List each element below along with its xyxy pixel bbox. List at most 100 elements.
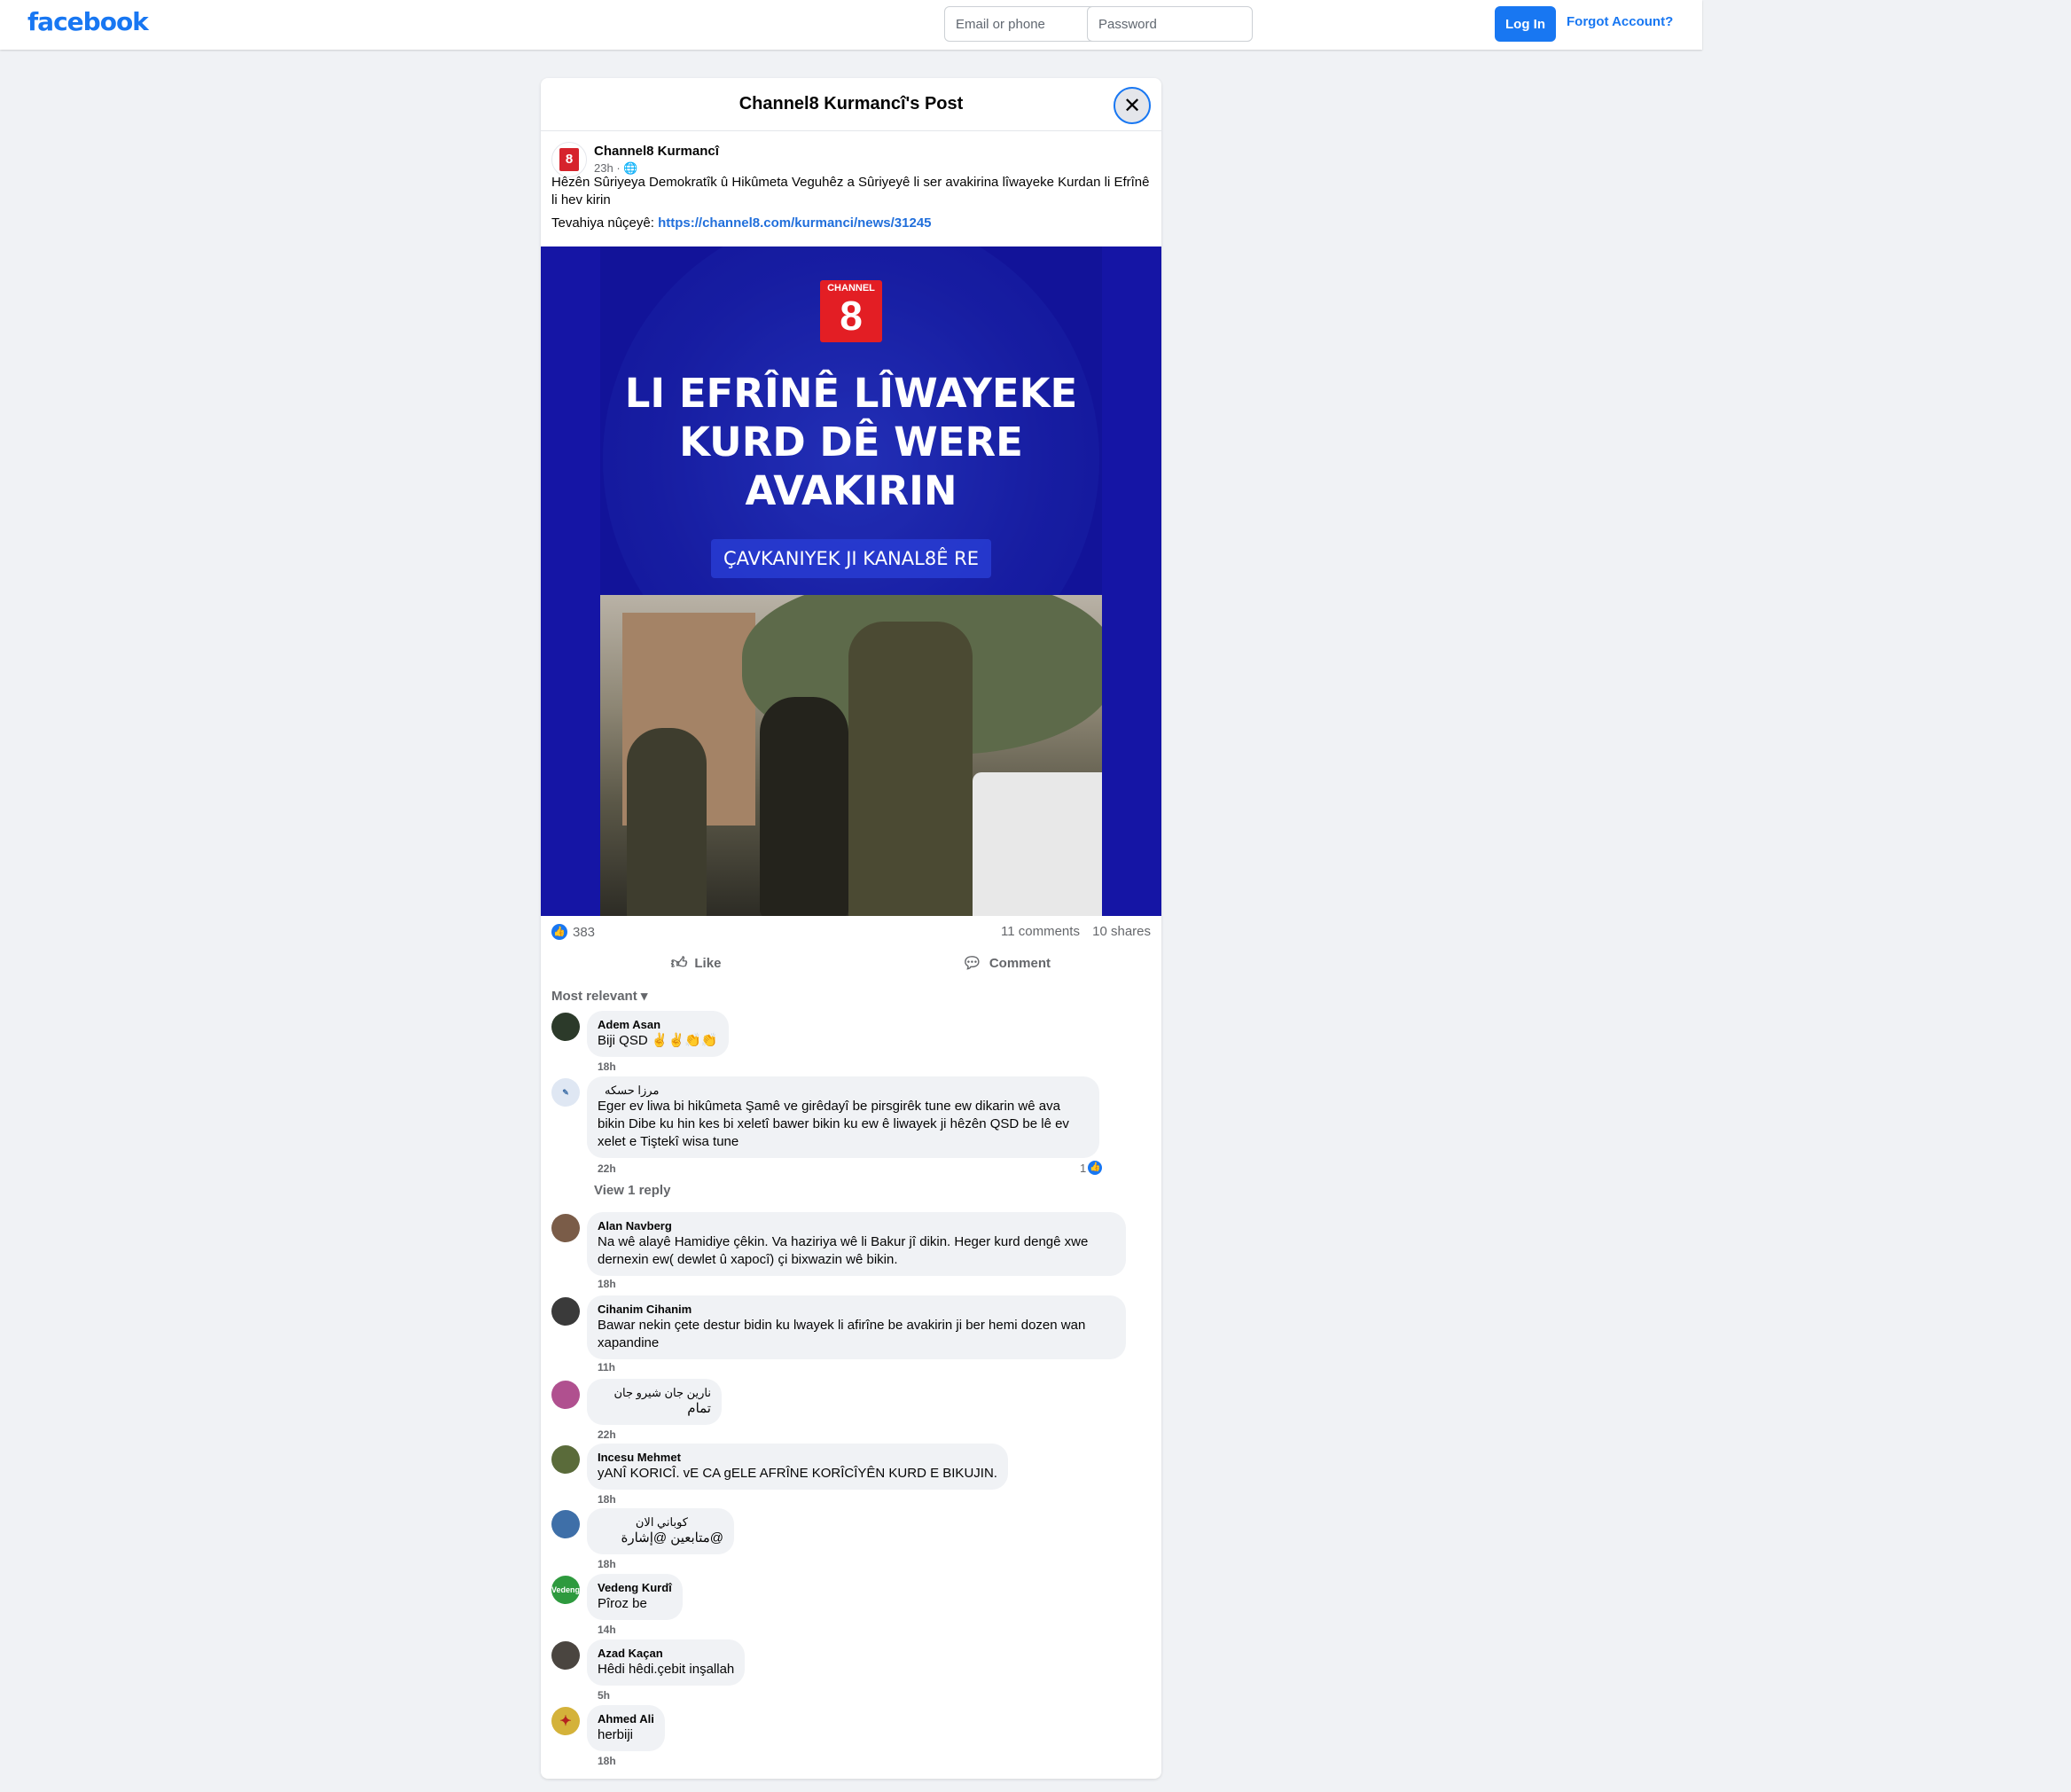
post-stats: 👍 383 11 comments 10 shares [551,922,1151,943]
channel-logo-text: CHANNEL [827,283,875,293]
comment-reactions[interactable]: 1 👍 [1080,1161,1103,1175]
like-label: Like [694,955,722,971]
comment-text: Na wê alayê Hamidiye çêkin. Va haziriya … [598,1234,1089,1267]
comment-text: Hêdi hêdi.çebit inşallah [598,1662,735,1677]
comment-author[interactable]: نارين جان شيرو جان [598,1386,711,1400]
avatar[interactable] [551,1641,580,1670]
sort-label: Most relevant [551,989,637,1004]
comment-time[interactable]: 18h [598,1558,616,1570]
post-time[interactable]: 23h [594,161,613,175]
post-dialog: Channel8 Kurmancî's Post ✕ 8 Channel8 Ku… [541,78,1161,1779]
comment-bubble: Adem Asan Biji QSD ✌️✌️👏👏 [587,1011,729,1057]
post-image[interactable]: CHANNEL 8 LI EFRÎNÊ LÎWAYEKE KURD DÊ WER… [541,246,1161,916]
avatar[interactable]: ✎ [551,1078,580,1107]
photo-figure [760,697,848,916]
comment-author[interactable]: Azad Kaçan [598,1647,734,1661]
image-headline: LI EFRÎNÊ LÎWAYEKE KURD DÊ WERE AVAKIRIN [624,370,1078,514]
comment-label: Comment [989,955,1051,971]
comment-text: @متابعين @إشارة [621,1530,723,1546]
post-link-line: Tevahiya nûçeyê: https://channel8.com/ku… [551,215,932,231]
comment-bubble: Incesu Mehmet yANÎ KORICÎ. vE CA gELE AF… [587,1444,1008,1490]
avatar[interactable] [551,1510,580,1538]
comment-bubble: كوباني الان @متابعين @إشارة [587,1508,734,1554]
avatar[interactable] [551,1214,580,1242]
comment-time[interactable]: 14h [598,1624,616,1636]
comment-text: Eger ev liwa bi hikûmeta Şamê ve girêday… [598,1099,1069,1149]
avatar[interactable] [551,1381,580,1409]
globe-icon: 🌐 [623,161,638,175]
photo-truck [973,772,1102,916]
shares-count[interactable]: 10 shares [1092,924,1151,939]
close-icon[interactable]: ✕ [1114,87,1151,124]
dialog-header: Channel8 Kurmancî's Post ✕ [541,78,1161,131]
comment-author[interactable]: Adem Asan [598,1018,718,1032]
avatar[interactable]: ✦ [551,1707,580,1735]
like-reaction-icon: 👍 [1088,1161,1103,1175]
comment-author[interactable]: Incesu Mehmet [598,1451,997,1465]
comment-time[interactable]: 5h [598,1689,610,1702]
post-actions: 👍︎ Like 💬︎ Comment [541,945,1161,981]
comment-text: Bawar nekin çete destur bidin ku lwayek … [598,1318,1086,1350]
comment-time[interactable]: 22h [598,1162,616,1175]
like-count: 383 [573,924,596,940]
comment-author[interactable]: Alan Navberg [598,1219,1115,1233]
comment-bubble: Vedeng Kurdî Pîroz be [587,1574,683,1620]
comment-icon: 💬︎ [961,953,982,972]
reaction-count[interactable]: 👍 383 [551,924,595,940]
comment-bubble: Alan Navberg Na wê alayê Hamidiye çêkin.… [587,1212,1126,1276]
comment-author[interactable]: Cihanim Cihanim [598,1303,1115,1317]
comment-bubble: Azad Kaçan Hêdi hêdi.çebit inşallah [587,1639,746,1686]
dialog-title: Channel8 Kurmancî's Post [739,94,964,113]
photo-figure [627,728,707,916]
comment-time[interactable]: 22h [598,1428,616,1441]
comment-time[interactable]: 18h [598,1755,616,1767]
comment-author[interactable]: مرزا حسكه [598,1084,1089,1098]
like-reaction-icon: 👍 [551,924,567,940]
comment-author[interactable]: Ahmed Ali [598,1712,654,1726]
article-link[interactable]: https://channel8.com/kurmanci/news/31245 [658,215,931,231]
stats-right: 11 comments 10 shares [992,924,1151,939]
avatar[interactable] [551,1445,580,1474]
link-prefix: Tevahiya nûçeyê: [551,215,654,231]
comment-time[interactable]: 18h [598,1060,616,1073]
channel-logo-number: 8 [840,293,863,339]
avatar[interactable] [551,1297,580,1326]
forgot-account-link[interactable]: Forgot Account? [1567,14,1673,29]
comment-sort-dropdown[interactable]: Most relevant ▾ [551,988,647,1004]
page-avatar[interactable]: 8 [551,142,587,177]
photo-figure [848,622,973,916]
comment-button[interactable]: 💬︎ Comment [851,945,1161,981]
news-photo [600,595,1102,916]
comments-count[interactable]: 11 comments [1001,924,1080,939]
image-source-tag: ÇAVKANIYEK JI KANAL8Ê RE [711,539,991,578]
comment-text: Biji QSD ✌️✌️👏👏 [598,1033,718,1048]
view-replies-link[interactable]: View 1 reply [594,1183,670,1198]
password-input[interactable] [1087,6,1253,42]
comment-bubble: مرزا حسكه Eger ev liwa bi hikûmeta Şamê … [587,1076,1099,1158]
reaction-count: 1 [1080,1161,1087,1175]
comment-author[interactable]: Vedeng Kurdî [598,1581,672,1595]
comment-text: yANÎ KORICÎ. vE CA gELE AFRÎNE KORÎCÎYÊN… [598,1466,997,1481]
channel8-badge: 8 [559,148,579,171]
comment-text: herbiji [598,1727,634,1742]
comment-time[interactable]: 18h [598,1278,616,1290]
comment-text: Pîroz be [598,1596,647,1611]
caret-down-icon: ▾ [640,989,648,1004]
post-text: Hêzên Sûriyeya Demokratîk û Hikûmeta Veg… [551,175,1150,207]
comment-text: تمام [687,1401,711,1416]
comment-bubble: Cihanim Cihanim Bawar nekin çete destur … [587,1295,1126,1359]
page-name[interactable]: Channel8 Kurmancî [594,144,719,159]
top-navigation-bar: facebook Log In Forgot Account? [0,0,1702,50]
facebook-logo[interactable]: facebook [27,7,149,36]
login-button[interactable]: Log In [1495,6,1556,42]
comment-bubble: Ahmed Ali herbiji [587,1705,665,1751]
email-input[interactable] [944,6,1110,42]
comment-bubble: نارين جان شيرو جان تمام [587,1379,722,1425]
avatar[interactable] [551,1013,580,1041]
like-button[interactable]: 👍︎ Like [541,945,851,981]
comment-time[interactable]: 18h [598,1493,616,1506]
comment-time[interactable]: 11h [598,1361,615,1373]
avatar[interactable]: Vedeng [551,1576,580,1604]
thumbs-up-icon: 👍︎ [670,954,688,972]
comment-author[interactable]: كوباني الان [598,1515,723,1530]
